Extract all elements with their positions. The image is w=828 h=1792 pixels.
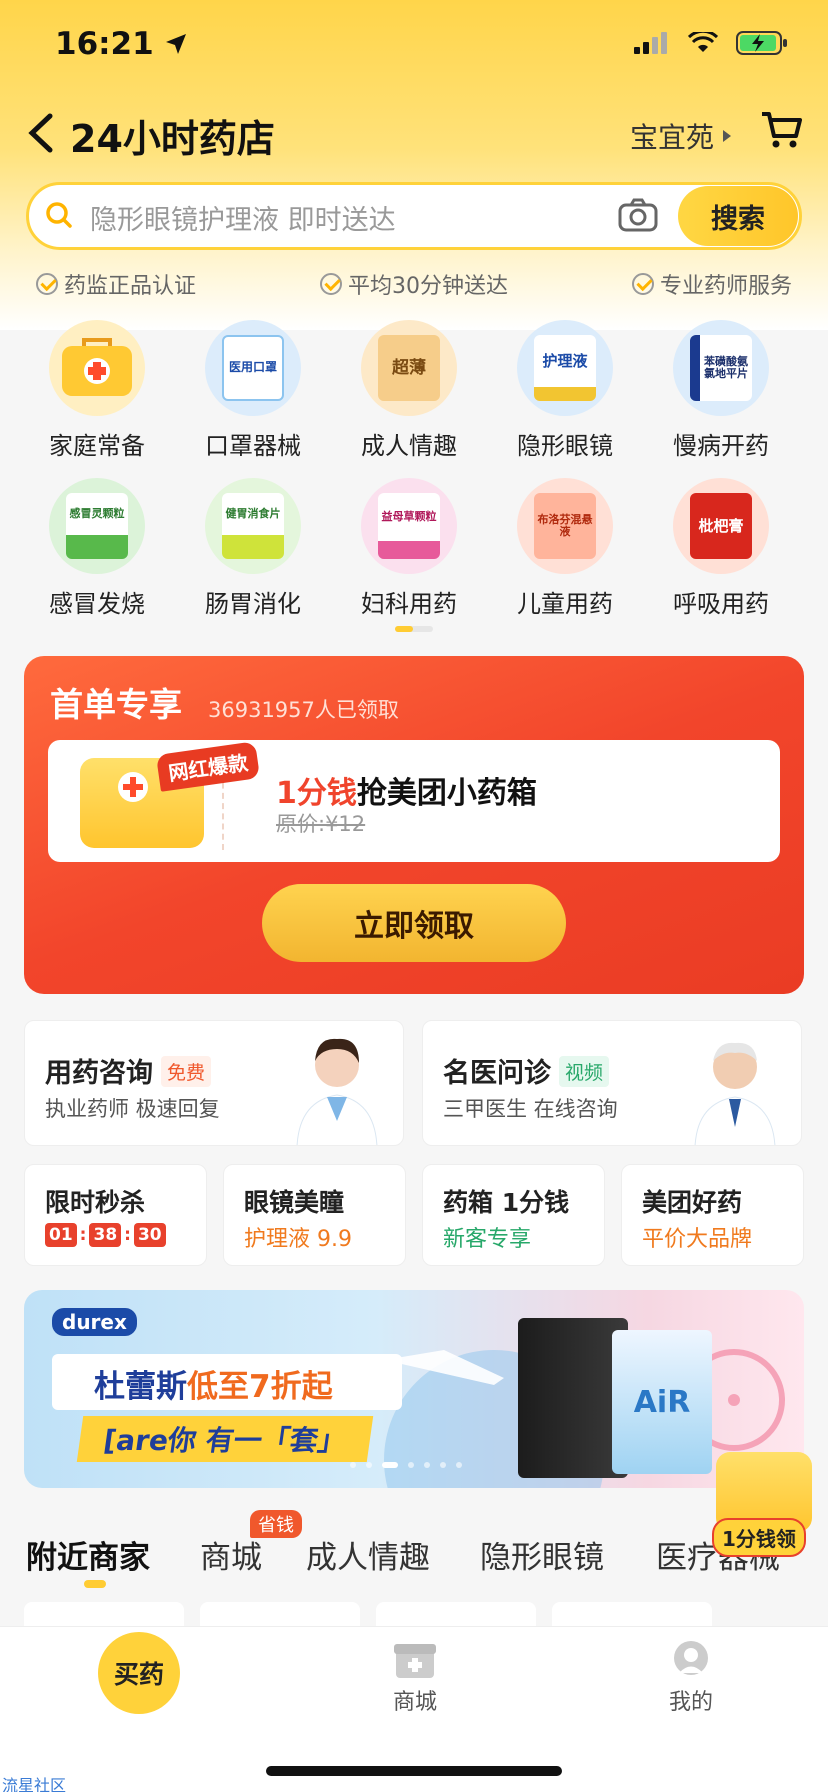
medical-cross-icon — [118, 772, 148, 802]
page-title: 24小时药店 — [70, 117, 275, 161]
category-cold-fever[interactable]: 感冒灵颗粒 感冒发烧 — [22, 478, 172, 619]
banner-slogan: [are你 有一「套」 — [76, 1416, 374, 1462]
back-arrow-icon[interactable] — [22, 110, 62, 156]
promo-title: 首单专享 — [50, 685, 182, 724]
service-card-doctor[interactable]: 名医问诊 视频 三甲医生 在线咨询 — [422, 1020, 802, 1146]
profile-icon — [674, 1641, 708, 1675]
condom-box-icon: 超薄 — [361, 320, 457, 416]
wifi-icon — [688, 32, 718, 52]
savings-badge: 省钱 — [250, 1510, 302, 1538]
promo-original-price: 原价:¥12 — [276, 812, 366, 836]
category-masks-devices[interactable]: 医用口罩 口罩器械 — [178, 320, 328, 461]
search-input[interactable]: 隐形眼镜护理液 即时送达 — [90, 198, 396, 237]
nav-buy-medicine[interactable]: 买药 — [98, 1632, 180, 1714]
assurance-pharmacist: 专业药师服务 — [632, 268, 792, 300]
watermark: 流星社区 — [2, 1776, 67, 1792]
countdown-timer: 01:38:30 — [45, 1221, 166, 1247]
free-tag: 免费 — [161, 1056, 212, 1087]
banner-dots — [350, 1462, 462, 1468]
card-subtitle: 护理液 9.9 — [244, 1227, 352, 1252]
category-chronic-disease[interactable]: 苯磺酸氨氯地平片 慢病开药 — [646, 320, 796, 461]
service-subtitle: 三甲医生 在线咨询 — [443, 1097, 618, 1121]
card-subtitle: 新客专享 — [443, 1227, 532, 1252]
good-medicine-card[interactable]: 美团好药 平价大品牌 — [621, 1164, 804, 1266]
cart-icon[interactable] — [760, 108, 802, 150]
page-indicator — [395, 626, 433, 632]
promo-offer: 1分钱抢美团小药箱 — [276, 776, 537, 811]
card-subtitle: 平价大品牌 — [642, 1227, 753, 1252]
mall-box-icon — [394, 1644, 436, 1678]
card-title: 限时秒杀 — [45, 1188, 146, 1217]
video-tag: 视频 — [559, 1056, 610, 1087]
contact-solution-icon: 护理液 — [517, 320, 613, 416]
service-card-consult[interactable]: 用药咨询 免费 执业药师 极速回复 — [24, 1020, 404, 1146]
check-icon — [36, 273, 58, 295]
first-aid-kit-icon — [49, 320, 145, 416]
tab-mall[interactable]: 商城 — [200, 1532, 262, 1577]
tab-contact-lens[interactable]: 隐形眼镜 — [480, 1532, 604, 1577]
flash-sale-card[interactable]: 限时秒杀 01:38:30 — [24, 1164, 207, 1266]
claim-button[interactable]: 立即领取 — [262, 884, 566, 962]
category-home-essentials[interactable]: 家庭常备 — [22, 320, 172, 461]
home-indicator — [266, 1766, 562, 1776]
camera-icon[interactable] — [618, 198, 658, 232]
battery-charging-icon — [736, 31, 787, 55]
category-gynecology[interactable]: 益母草颗粒 妇科用药 — [334, 478, 484, 619]
pill-box-icon: 苯磺酸氨氯地平片 — [673, 320, 769, 416]
service-title: 名医问诊 — [443, 1058, 551, 1089]
store-tabs: 附近商家 商城 成人情趣 隐形眼镜 医疗器械 — [0, 1508, 828, 1604]
tab-nearby[interactable]: 附近商家 — [26, 1532, 150, 1577]
status-icons — [634, 30, 788, 56]
eyewear-card[interactable]: 眼镜美瞳 护理液 9.9 — [223, 1164, 406, 1266]
category-adult[interactable]: 超薄 成人情趣 — [334, 320, 484, 461]
floating-offer-label[interactable]: 1分钱领 — [712, 1518, 806, 1557]
tab-indicator — [84, 1580, 106, 1588]
card-title: 美团好药 — [642, 1188, 743, 1217]
mask-box-icon: 医用口罩 — [205, 320, 301, 416]
card-title: 眼镜美瞳 — [244, 1188, 345, 1217]
card-title: 药箱 1分钱 — [443, 1188, 570, 1217]
location-selector[interactable]: 宝宜苑 — [630, 116, 732, 156]
medicine-kit-card[interactable]: 药箱 1分钱 新客专享 — [422, 1164, 605, 1266]
search-button[interactable]: 搜索 — [678, 186, 798, 246]
doctor-avatar-icon — [694, 1042, 776, 1145]
pharmacist-avatar-icon — [296, 1038, 378, 1145]
service-title: 用药咨询 — [45, 1058, 153, 1089]
category-digestion[interactable]: 健胃消食片 肠胃消化 — [178, 478, 328, 619]
air-box: AiR — [612, 1330, 712, 1474]
child-medicine-icon: 布洛芬混悬液 — [517, 478, 613, 574]
motherwort-granules-icon: 益母草颗粒 — [361, 478, 457, 574]
assurance-authentic: 药监正品认证 — [36, 268, 196, 300]
nav-me[interactable]: 我的 — [666, 1640, 716, 1716]
durex-logo: durex — [52, 1308, 137, 1336]
signal-icon — [634, 32, 667, 54]
banner-headline: 杜蕾斯低至7折起 — [52, 1354, 402, 1410]
category-children[interactable]: 布洛芬混悬液 儿童用药 — [490, 478, 640, 619]
promo-claimed-count: 36931957人已领取 — [208, 698, 399, 722]
category-contact-lens[interactable]: 护理液 隐形眼镜 — [490, 320, 640, 461]
service-subtitle: 执业药师 极速回复 — [45, 1097, 220, 1121]
digestive-tablets-icon: 健胃消食片 — [205, 478, 301, 574]
category-respiratory[interactable]: 枇杷膏 呼吸用药 — [646, 478, 796, 619]
check-icon — [632, 273, 654, 295]
caret-right-icon — [723, 130, 732, 142]
location-label: 宝宜苑 — [630, 121, 715, 154]
location-arrow-icon — [166, 34, 187, 54]
tab-adult[interactable]: 成人情趣 — [306, 1532, 430, 1577]
nav-mall[interactable]: 商城 — [390, 1640, 440, 1716]
status-time: 16:21 — [55, 26, 188, 62]
cold-granules-icon: 感冒灵颗粒 — [49, 478, 145, 574]
assurance-delivery: 平均30分钟送达 — [320, 268, 508, 300]
search-icon — [46, 202, 72, 228]
loquat-syrup-icon: 枇杷膏 — [673, 478, 769, 574]
check-icon — [320, 273, 342, 295]
